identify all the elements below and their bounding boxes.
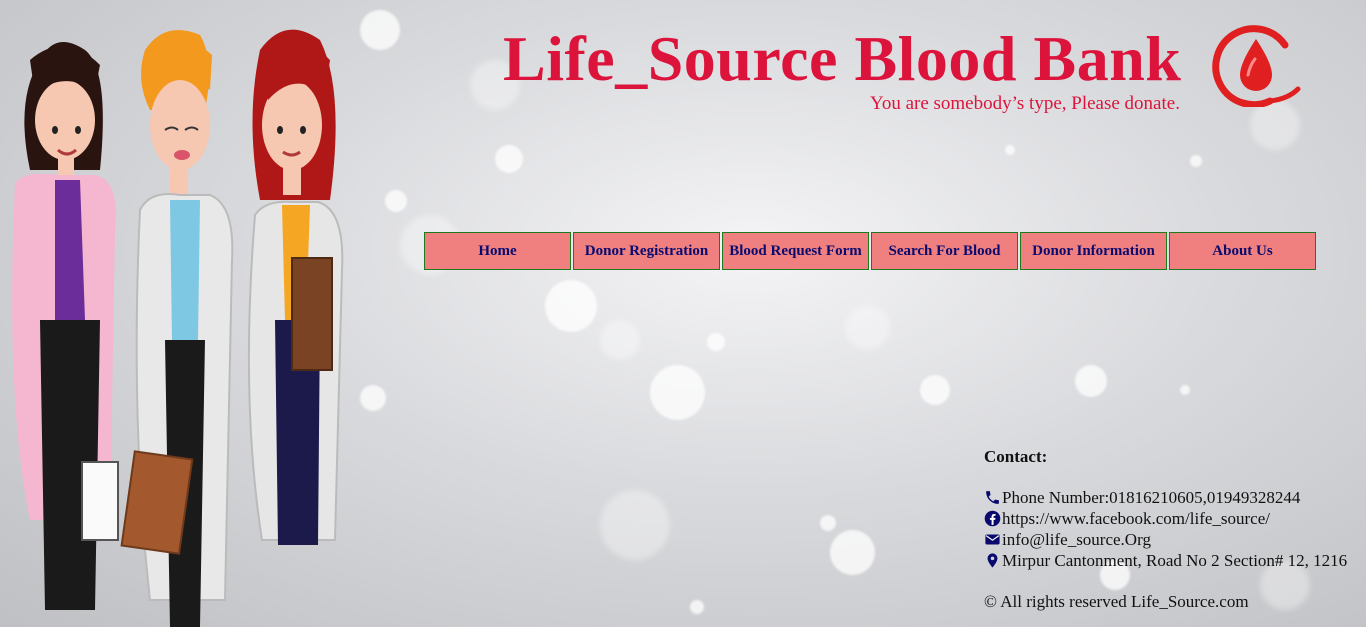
email-text[interactable]: info@life_source.Org bbox=[1002, 530, 1151, 550]
main-navigation: Home Donor Registration Blood Request Fo… bbox=[424, 232, 1316, 270]
site-tagline: You are somebody’s type, Please donate. bbox=[870, 93, 1180, 114]
contact-heading: Contact: bbox=[984, 447, 1048, 466]
doctors-illustration bbox=[12, 29, 344, 627]
address-text: Mirpur Cantonment, Road No 2 Section# 12… bbox=[1002, 550, 1348, 570]
facebook-link[interactable]: https://www.facebook.com/life_source/ bbox=[1002, 509, 1270, 529]
contact-email: info@life_source.Org bbox=[984, 529, 1347, 550]
contact-address: Mirpur Cantonment, Road No 2 Section# 12… bbox=[984, 550, 1347, 571]
map-marker-icon bbox=[987, 553, 998, 568]
facebook-icon bbox=[984, 510, 1001, 527]
doctor-left-figure bbox=[12, 42, 119, 610]
nav-about-us[interactable]: About Us bbox=[1169, 232, 1316, 270]
contact-phone: Phone Number:01816210605,01949328244 bbox=[984, 487, 1347, 508]
doctor-middle-figure bbox=[120, 30, 234, 627]
copyright-text: © All rights reserved Life_Source.com bbox=[984, 592, 1249, 611]
nav-blood-request-form[interactable]: Blood Request Form bbox=[722, 232, 869, 270]
phone-text: Phone Number:01816210605,01949328244 bbox=[1002, 487, 1301, 507]
doctor-right-figure bbox=[247, 29, 344, 545]
nav-donor-information[interactable]: Donor Information bbox=[1020, 232, 1167, 270]
site-title: Life_Source Blood Bank bbox=[503, 23, 1182, 94]
nav-home[interactable]: Home bbox=[424, 232, 571, 270]
contact-section: Contact: Phone Number:01816210605,019493… bbox=[984, 447, 1347, 612]
nav-search-for-blood[interactable]: Search For Blood bbox=[871, 232, 1018, 270]
blood-drop-logo-icon bbox=[1212, 25, 1301, 107]
phone-icon bbox=[986, 491, 999, 504]
nav-donor-registration[interactable]: Donor Registration bbox=[573, 232, 720, 270]
envelope-icon bbox=[985, 534, 1000, 545]
contact-facebook: https://www.facebook.com/life_source/ bbox=[984, 508, 1347, 529]
